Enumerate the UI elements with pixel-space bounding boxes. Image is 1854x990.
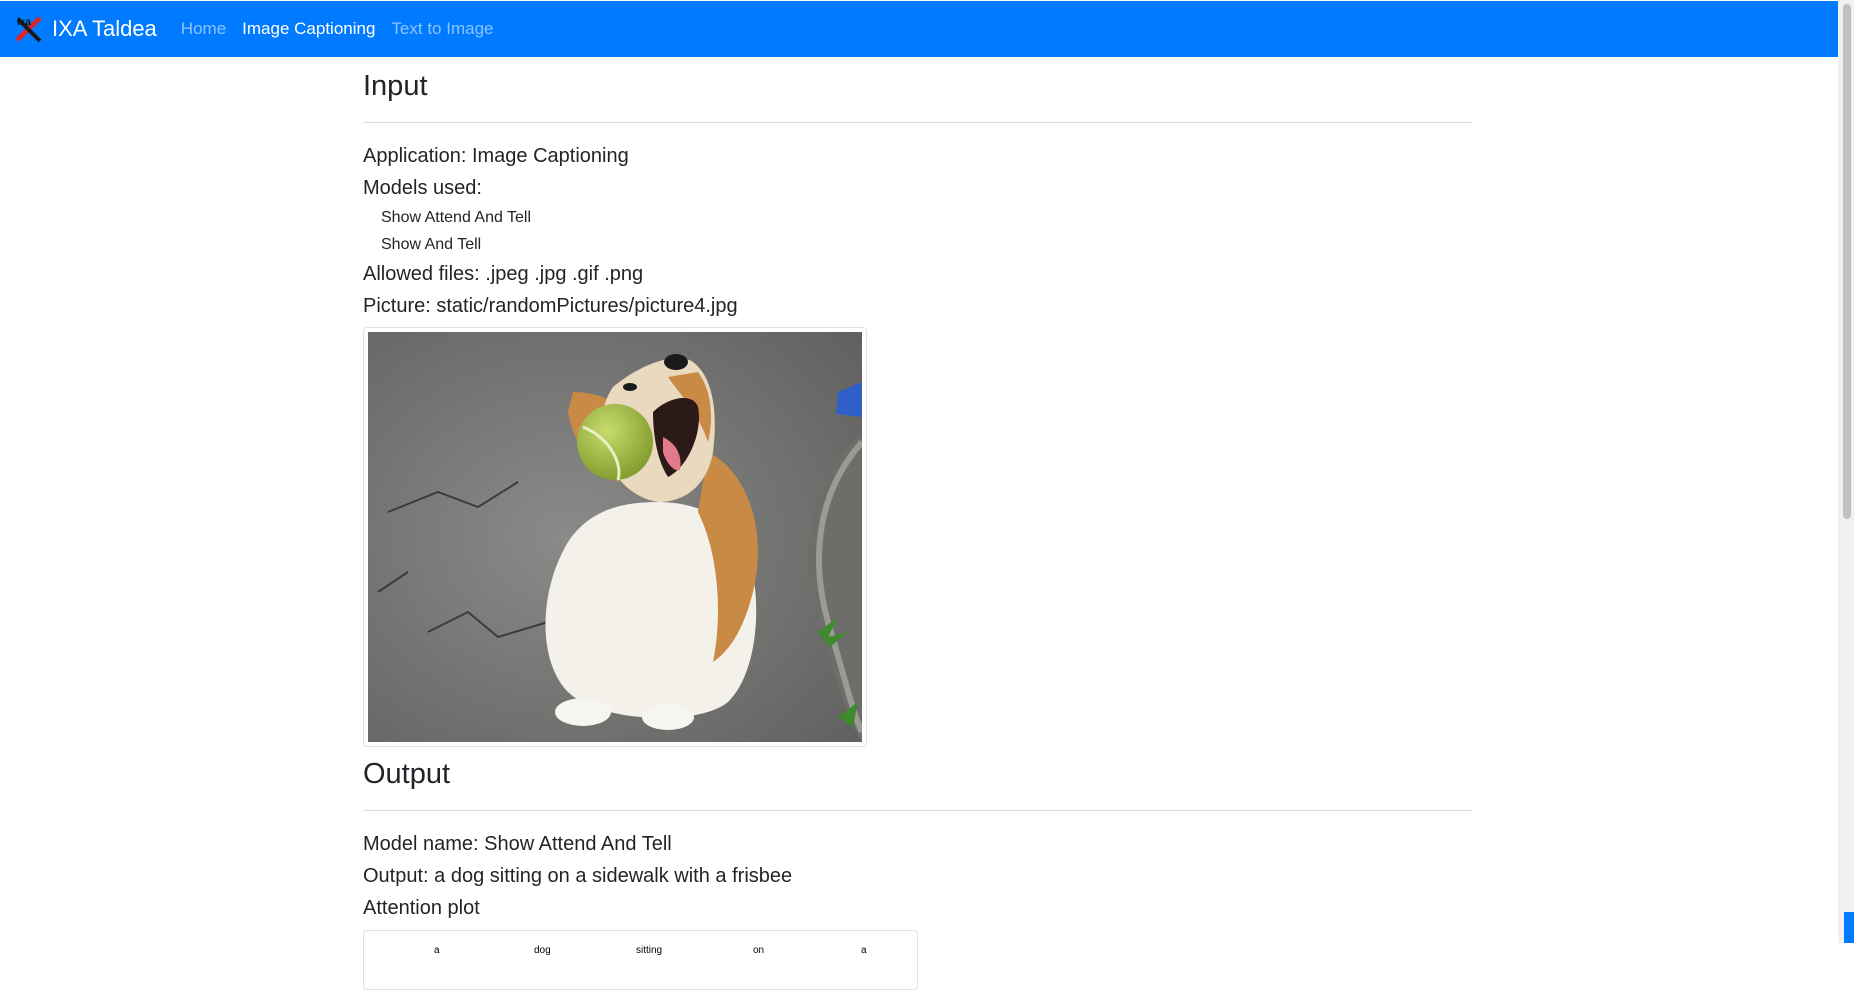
main-container: Input Application: Image Captioning Mode… [363, 57, 1473, 990]
plot-word-label: a [434, 944, 440, 956]
input-picture [363, 326, 867, 747]
model-item: Show And Tell [381, 235, 482, 253]
model-name-text: Model name: Show Attend And Tell [363, 832, 672, 855]
application-text: Application: Image Captioning [363, 144, 629, 167]
dog-photo [368, 331, 862, 742]
nav-text-to-image[interactable]: Text to Image [391, 19, 493, 39]
model-item: Show Attend And Tell [381, 208, 532, 226]
allowed-files-text: Allowed files: .jpeg .jpg .gif .png [363, 262, 644, 285]
nav-home[interactable]: Home [181, 19, 226, 39]
brand-name: IXA Taldea [52, 16, 157, 41]
nav-image-captioning[interactable]: Image Captioning [242, 19, 375, 39]
models-heading: Models used: [363, 176, 482, 199]
scrollbar-corner [1844, 912, 1854, 943]
scrollbar-thumb[interactable] [1843, 4, 1851, 519]
plot-word-label: a [861, 944, 867, 956]
vertical-scrollbar[interactable] [1838, 0, 1854, 943]
attention-plot-heading: Attention plot [363, 896, 480, 919]
plot-word-label: dog [534, 944, 551, 956]
svg-text:ixa: ixa [17, 17, 31, 28]
picture-path-text: Picture: static/randomPictures/picture4.… [363, 294, 738, 317]
output-heading: Output [363, 757, 451, 790]
ixa-logo-icon: ixa [14, 14, 44, 44]
input-heading: Input [363, 70, 428, 102]
top-navbar: ixa IXA Taldea Home Image Captioning Tex… [0, 1, 1838, 57]
input-divider [363, 121, 1473, 123]
plot-word-label: on [753, 944, 765, 956]
plot-word-label: sitting [636, 944, 663, 956]
output-divider [363, 809, 1473, 811]
brand-link[interactable]: ixa IXA Taldea [14, 14, 157, 44]
attention-plot: a dog sitting on a [363, 929, 918, 990]
output-caption-text: Output: a dog sitting on a sidewalk with… [363, 864, 793, 887]
